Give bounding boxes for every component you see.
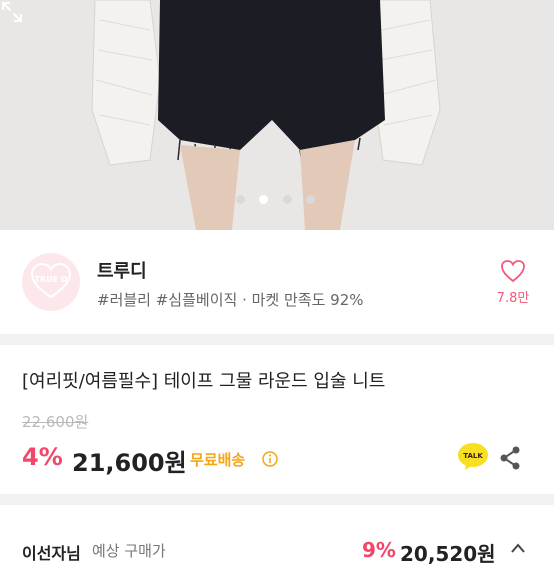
info-icon[interactable]	[262, 451, 278, 467]
kakao-talk-icon[interactable]: TALK	[457, 442, 489, 472]
expected-price-label: 예상 구매가	[92, 542, 166, 560]
original-price: 22,600원	[22, 413, 89, 431]
share-icon[interactable]	[498, 445, 522, 471]
pagination-dot[interactable]	[236, 195, 245, 204]
expand-icon[interactable]	[0, 0, 24, 24]
pagination-dot[interactable]	[283, 195, 292, 204]
product-title: [여리핏/여름필수] 테이프 그물 라운드 입술 니트	[22, 371, 386, 392]
pagination-dot-active[interactable]	[259, 195, 268, 204]
section-divider	[0, 334, 554, 345]
svg-text:TRUE D: TRUE D	[34, 275, 67, 284]
free-shipping-label[interactable]: 무료배송	[190, 449, 245, 470]
discount-rate: 4%	[22, 443, 63, 471]
heart-logo-icon: TRUE D	[30, 262, 72, 299]
expected-discount: 9%	[362, 538, 396, 562]
product-image[interactable]	[0, 0, 554, 230]
shop-logo[interactable]: TRUE D	[22, 253, 80, 311]
heart-icon[interactable]	[500, 259, 526, 283]
shop-name[interactable]: 트루디	[97, 257, 147, 283]
user-name: 이선자님	[22, 544, 81, 563]
shop-tags: #러블리 #심플베이직 · 마켓 만족도 92%	[97, 291, 364, 309]
expected-price: 20,520원	[400, 542, 496, 566]
like-count: 7.8만	[496, 291, 530, 306]
svg-text:TALK: TALK	[463, 452, 483, 460]
sale-price: 21,600원	[72, 449, 187, 477]
image-pagination	[0, 195, 554, 205]
chevron-up-icon[interactable]	[510, 541, 526, 555]
pagination-dot[interactable]	[306, 195, 315, 204]
section-divider	[0, 494, 554, 505]
